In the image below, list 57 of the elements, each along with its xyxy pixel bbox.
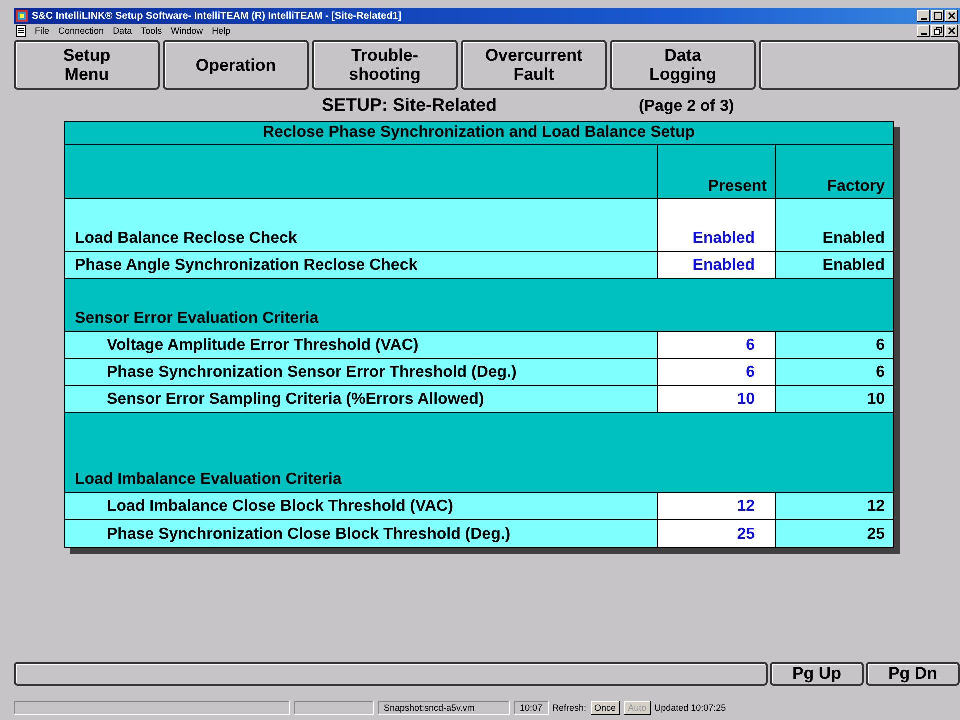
document-icon bbox=[16, 25, 26, 37]
restore-button[interactable] bbox=[931, 25, 944, 37]
nav-button[interactable]: Operation bbox=[163, 40, 309, 90]
snapshot-status: Snapshot:sncd-a5v.vm bbox=[378, 701, 510, 715]
blank-nav-button[interactable] bbox=[759, 40, 960, 90]
menu-item[interactable]: File bbox=[35, 26, 50, 36]
section-label: Load Imbalance Evaluation Criteria bbox=[75, 471, 342, 489]
page-title: SETUP: Site-Related bbox=[322, 95, 498, 116]
factory-value-cell: Enabled bbox=[775, 199, 893, 251]
present-value-cell[interactable]: 6 bbox=[657, 359, 775, 385]
app-icon bbox=[16, 10, 28, 22]
minimize-button[interactable] bbox=[917, 25, 930, 37]
refresh-button[interactable]: Once bbox=[590, 701, 620, 715]
window-title: S&C IntelliLINK® Setup Software- IntelliTEAM (R) IntelliTEAM - [Site-Related1] bbox=[32, 10, 402, 22]
menu-item[interactable]: Tools bbox=[141, 26, 162, 36]
close-button[interactable] bbox=[945, 10, 958, 22]
maximize-button[interactable] bbox=[931, 10, 944, 22]
setting-label: Phase Synchronization Close Block Threshold (Deg.) bbox=[107, 526, 511, 544]
menu-item[interactable]: Data bbox=[113, 26, 132, 36]
page-number: (Page 2 of 3) bbox=[639, 98, 734, 116]
setting-label: Load Imbalance Close Block Threshold (VAC) bbox=[107, 498, 454, 516]
restore-icon bbox=[934, 27, 942, 35]
close-button[interactable] bbox=[945, 25, 958, 37]
menu-item[interactable]: Connection bbox=[58, 26, 104, 36]
factory-value-cell: 25 bbox=[775, 520, 893, 547]
factory-value-cell: 12 bbox=[775, 493, 893, 519]
factory-value-cell: Enabled bbox=[775, 252, 893, 278]
menu-item[interactable]: Window bbox=[171, 26, 204, 36]
close-icon bbox=[948, 12, 956, 20]
setting-label: Phase Synchronization Sensor Error Threshold (Deg.) bbox=[107, 364, 517, 382]
present-value-cell[interactable]: 12 bbox=[657, 493, 775, 519]
present-value-cell[interactable]: 6 bbox=[657, 332, 775, 358]
nav-button[interactable]: Trouble- shooting bbox=[312, 40, 458, 90]
page-button[interactable]: Pg Up bbox=[770, 662, 864, 686]
minimize-button[interactable] bbox=[917, 10, 930, 22]
nav-button[interactable]: Data Logging bbox=[610, 40, 756, 90]
factory-value-cell: 6 bbox=[775, 332, 893, 358]
section-label: Sensor Error Evaluation Criteria bbox=[75, 310, 319, 328]
refresh-label: Refresh: bbox=[552, 703, 587, 713]
setting-label: Load Balance Reclose Check bbox=[75, 230, 298, 248]
setting-label: Voltage Amplitude Error Threshold (VAC) bbox=[107, 337, 419, 355]
present-value-cell[interactable]: Enabled bbox=[657, 252, 775, 278]
nav-button[interactable]: Setup Menu bbox=[14, 40, 160, 90]
page-button[interactable]: Pg Dn bbox=[866, 662, 960, 686]
present-value-cell[interactable]: 25 bbox=[657, 520, 775, 547]
menu-item[interactable]: Help bbox=[212, 26, 231, 36]
nav-button[interactable]: Overcurrent Fault bbox=[461, 40, 607, 90]
factory-value-cell: 10 bbox=[775, 386, 893, 412]
present-value-cell[interactable]: Enabled bbox=[657, 199, 775, 251]
setting-label: Sensor Error Sampling Criteria (%Errors Allowed) bbox=[107, 391, 484, 409]
factory-value-cell: 6 bbox=[775, 359, 893, 385]
close-icon bbox=[948, 27, 956, 35]
time-status: 10:07 bbox=[514, 701, 549, 715]
maximize-icon bbox=[934, 12, 942, 20]
setting-label: Phase Angle Synchronization Reclose Check bbox=[75, 257, 418, 275]
updated-status: Updated 10:07:25 bbox=[654, 703, 726, 713]
present-value-cell[interactable]: 10 bbox=[657, 386, 775, 412]
